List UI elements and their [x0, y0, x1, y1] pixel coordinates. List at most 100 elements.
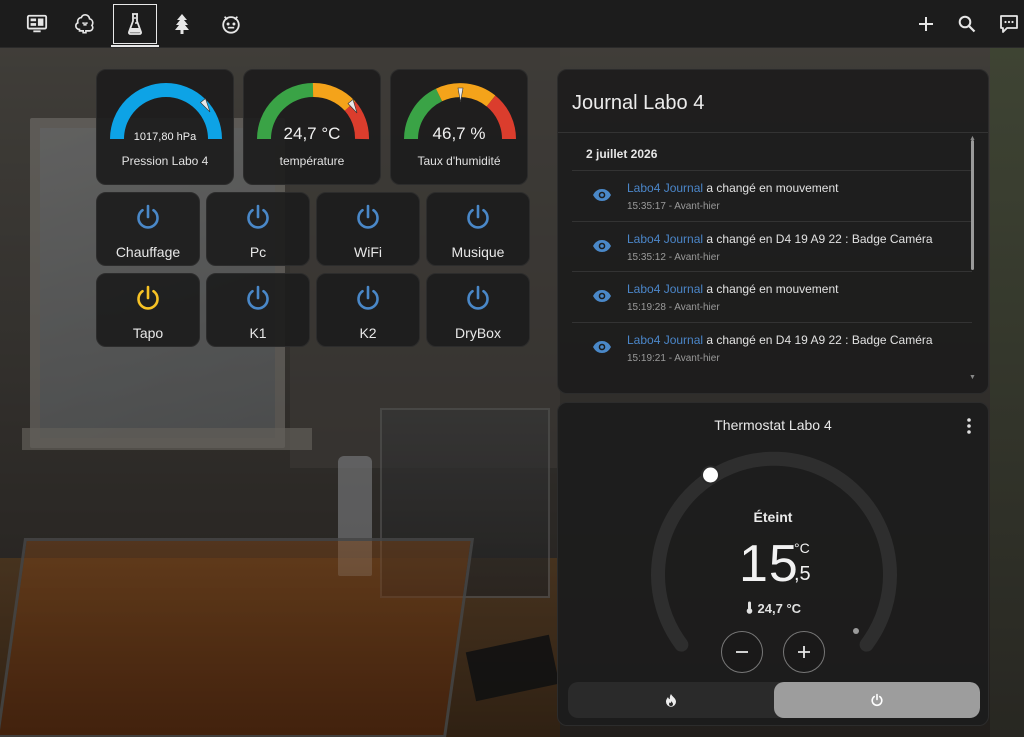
button-chauffage[interactable]: Chauffage — [96, 192, 200, 266]
decrease-button[interactable] — [721, 631, 763, 673]
robot-face-icon — [222, 16, 240, 34]
journal-entity-link[interactable]: Labo4 Journal — [627, 282, 703, 296]
power-icon — [467, 204, 489, 229]
plus-icon — [919, 17, 933, 31]
journal-entry[interactable]: Labo4 Journal a changé en mouvement 15:3… — [572, 170, 972, 221]
thermostat-title: Thermostat Labo 4 — [714, 417, 832, 433]
flask-icon — [128, 13, 142, 35]
monitor-dashboard-icon — [26, 14, 48, 33]
thermostat-card: Thermostat Labo 4 Éteint 15 °C ,5 24,7 °… — [557, 402, 989, 726]
hvac-mode-selector — [568, 682, 980, 718]
journal-entry-text: Labo4 Journal a changé en mouvement — [627, 282, 838, 296]
power-icon — [137, 204, 159, 229]
journal-entry-text: Labo4 Journal a changé en mouvement — [627, 181, 838, 195]
thermometer-icon — [746, 601, 753, 614]
journal-message: a changé en D4 19 A9 22 : Badge Caméra — [703, 231, 933, 246]
gauge-value: 46,7 % — [432, 124, 486, 143]
eye-icon — [593, 340, 611, 353]
plus-icon — [798, 646, 810, 658]
search-button[interactable] — [953, 10, 981, 38]
journal-message: a changé en mouvement — [703, 181, 839, 195]
current-temperature-value: 24,7 °C — [757, 601, 802, 616]
journal-entity-link[interactable]: Labo4 Journal — [627, 232, 703, 246]
tab-robot[interactable] — [209, 4, 253, 44]
assist-chat-icon — [1000, 15, 1018, 33]
button-label: Pc — [249, 244, 267, 260]
journal-entry[interactable]: Labo4 Journal a changé en D4 19 A9 22 : … — [572, 220, 972, 272]
gauge-label: température — [279, 154, 345, 168]
button-tapo[interactable]: Tapo — [96, 273, 200, 347]
button-k2[interactable]: K2 — [316, 273, 420, 347]
button-label: Chauffage — [115, 244, 181, 260]
button-label: K2 — [359, 325, 377, 341]
eye-icon — [593, 239, 611, 252]
target-temperature-decimal: ,5 — [794, 563, 811, 585]
button-drybox[interactable]: DryBox — [426, 273, 530, 347]
journal-entry-text: Labo4 Journal a changé en D4 19 A9 22 : … — [627, 333, 933, 347]
divider — [558, 132, 988, 133]
gauge-card-temperature[interactable]: 24,7 °C température — [243, 69, 381, 185]
tab-dashboard[interactable] — [15, 4, 59, 44]
button-label: Tapo — [132, 325, 164, 341]
power-icon — [247, 285, 269, 310]
pine-tree-icon — [175, 14, 189, 34]
button-musique[interactable]: Musique — [426, 192, 530, 266]
tab-tree[interactable] — [160, 4, 204, 44]
gauge-card-pressure[interactable]: 1017,80 hPa Pression Labo 4 — [96, 69, 234, 185]
journal-entity-link[interactable]: Labo4 Journal — [627, 181, 703, 195]
target-temperature: 15 — [739, 535, 799, 593]
gauge-card-humidity[interactable]: 46,7 % Taux d'humidité — [390, 69, 528, 185]
journal-message: a changé en mouvement — [703, 282, 839, 296]
journal-date: 2 juillet 2026 — [586, 147, 658, 161]
power-icon — [247, 204, 269, 229]
eye-icon — [593, 290, 611, 302]
button-wifi[interactable]: WiFi — [316, 192, 420, 266]
fire-icon — [666, 694, 676, 707]
journal-entry-text: Labo4 Journal a changé en D4 19 A9 22 : … — [627, 232, 933, 246]
journal-entry[interactable]: Labo4 Journal a changé en D4 19 A9 22 : … — [572, 321, 972, 373]
mode-off-button[interactable] — [774, 682, 980, 718]
add-button[interactable] — [912, 10, 940, 38]
mode-heat-button[interactable] — [568, 682, 774, 718]
journal-title: Journal Labo 4 — [572, 92, 705, 114]
tab-lab[interactable] — [113, 4, 157, 44]
button-label: DryBox — [455, 325, 501, 341]
button-label: WiFi — [354, 244, 382, 260]
gauge-label: Pression Labo 4 — [121, 154, 209, 168]
minus-icon — [736, 651, 748, 653]
button-k1[interactable]: K1 — [206, 273, 310, 347]
temperature-unit: °C — [794, 540, 810, 556]
journal-entry[interactable]: Labo4 Journal a changé en mouvement 15:1… — [572, 271, 972, 322]
dial-handle[interactable] — [701, 465, 720, 485]
current-temp-marker — [853, 628, 859, 634]
power-icon — [357, 204, 379, 229]
journal-entry-time: 15:35:12 - Avant-hier — [627, 251, 720, 263]
top-bar — [0, 0, 1024, 48]
more-vertical-icon[interactable] — [962, 417, 976, 435]
search-icon — [958, 15, 976, 33]
power-icon — [357, 285, 379, 310]
assist-button[interactable] — [995, 10, 1023, 38]
tab-brain[interactable] — [63, 4, 107, 44]
journal-entry-time: 15:19:21 - Avant-hier — [627, 352, 720, 364]
gauge-value: 1017,80 hPa — [133, 131, 197, 143]
journal-card: Journal Labo 4 2 juillet 2026 Labo4 Jour… — [557, 69, 989, 394]
increase-button[interactable] — [783, 631, 825, 673]
power-icon — [137, 285, 159, 310]
button-label: K1 — [249, 325, 267, 341]
gauge-label: Taux d'humidité — [417, 154, 501, 168]
journal-entry-time: 15:19:28 - Avant-hier — [627, 302, 720, 313]
journal-entity-link[interactable]: Labo4 Journal — [627, 333, 703, 347]
journal-scrollbar[interactable] — [971, 140, 974, 270]
journal-message: a changé en D4 19 A9 22 : Badge Caméra — [703, 332, 933, 347]
active-tab-indicator — [111, 45, 159, 47]
gauge-value: 24,7 °C — [283, 124, 341, 143]
journal-entry-time: 15:35:17 - Avant-hier — [627, 201, 720, 212]
current-temperature: 24,7 °C — [558, 601, 988, 616]
eye-icon — [593, 189, 611, 201]
button-pc[interactable]: Pc — [206, 192, 310, 266]
journal-list: Labo4 Journal a changé en mouvement 15:3… — [572, 170, 972, 372]
button-label: Musique — [451, 244, 505, 260]
scroll-down-arrow[interactable]: ▼ — [969, 374, 976, 381]
brain-icon — [75, 14, 94, 34]
